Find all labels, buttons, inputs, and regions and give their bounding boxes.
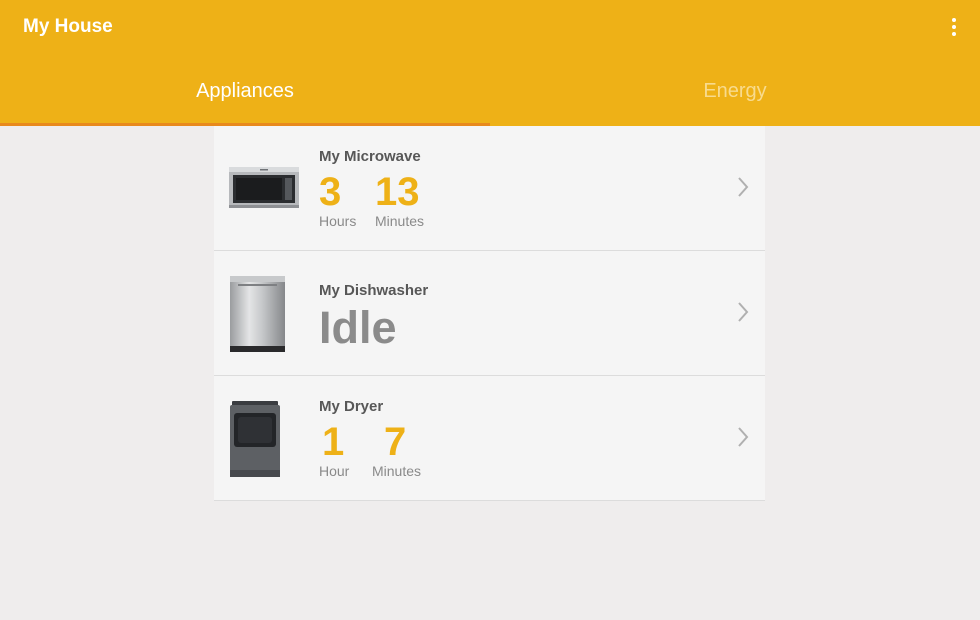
chevron-right-icon [738,302,749,322]
tab-energy-label: Energy [703,80,767,102]
appliance-card-dryer[interactable]: My Dryer 1 Hour 7 Minutes [214,376,765,501]
minutes-label: Minutes [375,213,425,229]
dryer-image [230,401,280,477]
hours-label: Hours [319,213,357,229]
minutes-value: 13 [375,170,420,214]
dishwasher-image [230,276,285,352]
appliance-card-dishwasher[interactable]: My Dishwasher Idle [214,251,765,376]
chevron-right-icon [738,177,749,197]
appliance-card-microwave[interactable]: My Microwave 3 Hours 13 Minutes [214,126,765,251]
appliance-name: My Dryer [319,398,384,415]
microwave-image [229,167,299,208]
tab-appliances-label: Appliances [196,80,294,102]
overflow-menu-icon[interactable] [942,14,966,40]
tab-appliances[interactable]: Appliances [0,56,490,126]
minutes-value: 7 [384,420,407,464]
status-text: Idle [319,302,397,353]
app-title: My House [23,16,113,37]
appliance-name: My Dishwasher [319,282,429,299]
appliance-name: My Microwave [319,148,421,165]
hours-value: 3 [319,170,342,214]
chevron-right-icon [738,427,749,447]
minutes-label: Minutes [372,463,422,479]
app-bar: My House Appliances Energy [0,0,980,126]
appliance-list: My Microwave 3 Hours 13 Minutes My Dishw… [214,126,765,501]
tab-energy[interactable]: Energy [490,56,980,126]
hours-label: Hour [319,463,350,479]
hours-value: 1 [322,420,345,464]
